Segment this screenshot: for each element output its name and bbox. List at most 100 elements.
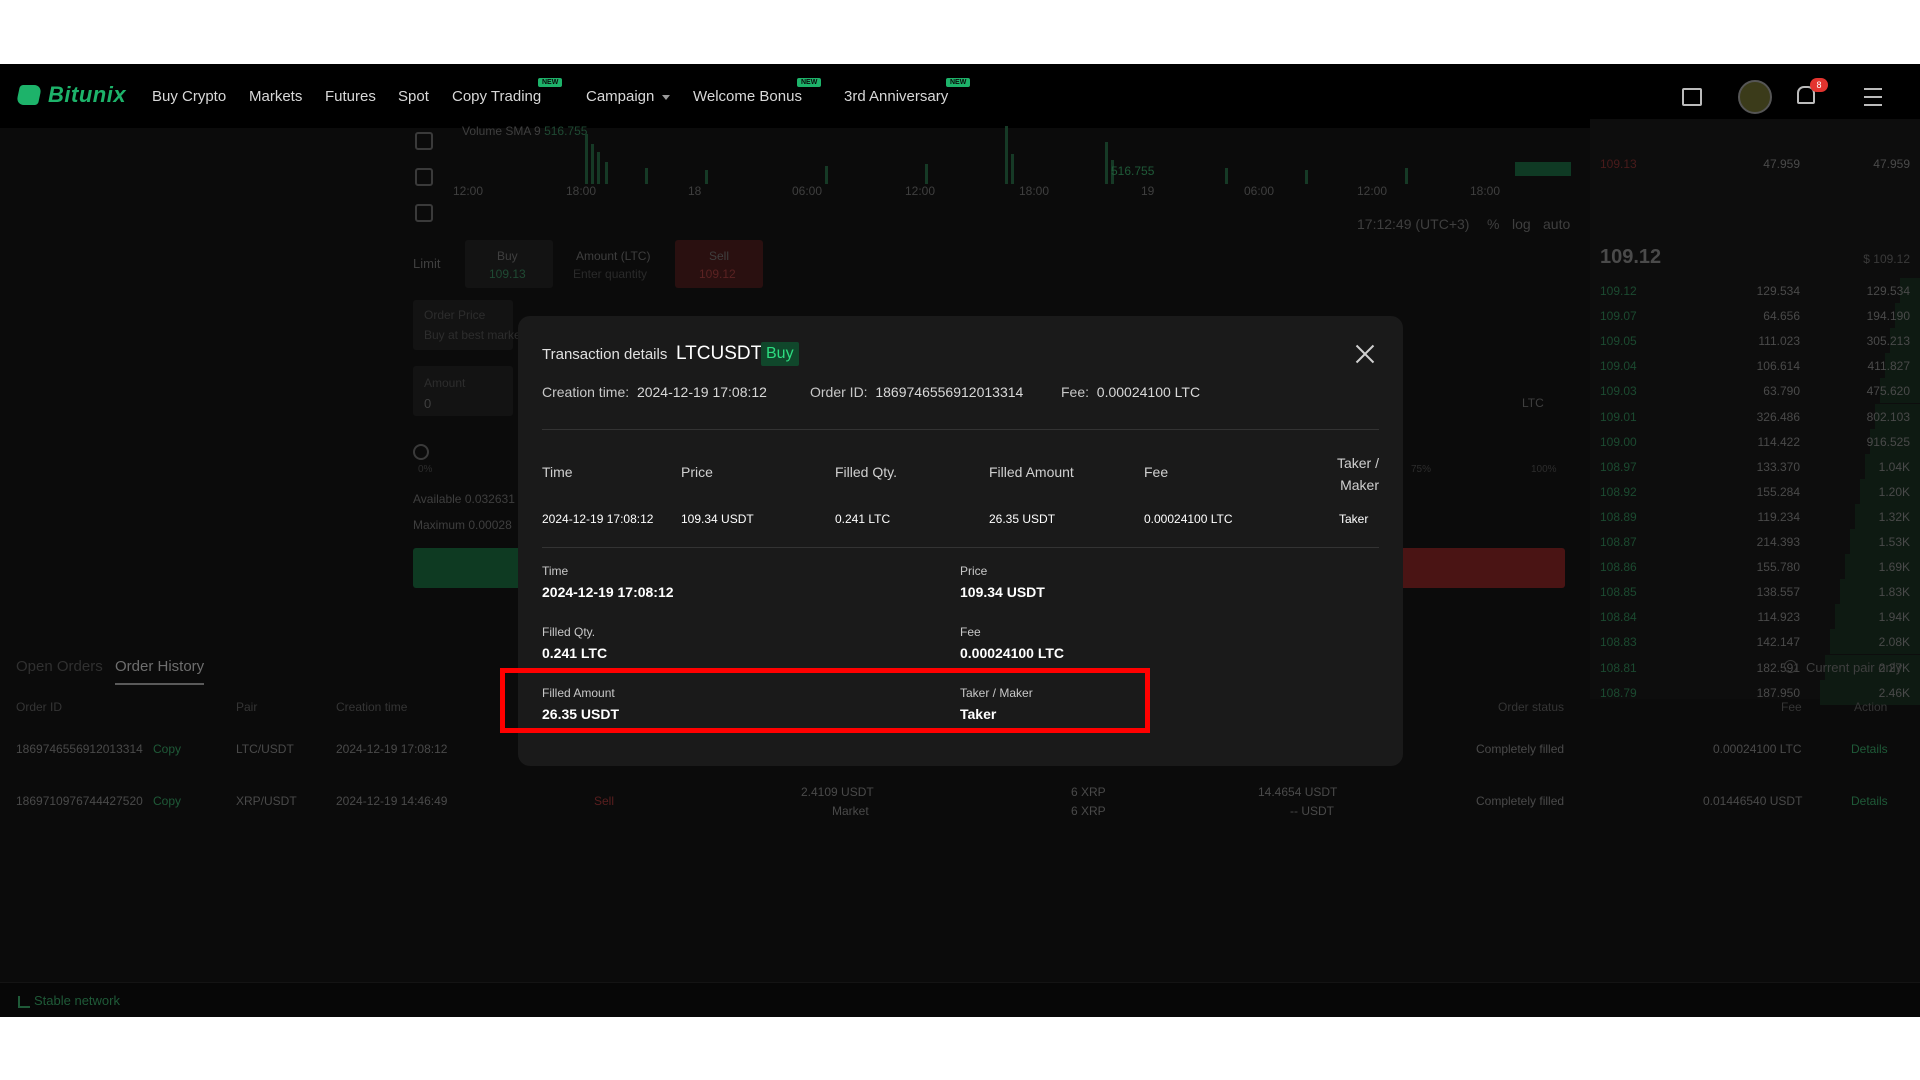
orderbook-amount: 114.422: [1757, 434, 1801, 449]
orderbook-row[interactable]: 108.97 133.370 1.04K: [1590, 453, 1920, 479]
buy-quick-label: Buy: [497, 249, 518, 263]
orderbook-total: 411.827: [1867, 359, 1911, 374]
orderbook-price: 108.86: [1600, 560, 1637, 575]
wallet-icon[interactable]: [1682, 88, 1702, 106]
orderbook-price: 109.13: [1600, 157, 1637, 171]
menu-icon[interactable]: [1864, 88, 1882, 106]
scale-log[interactable]: log: [1512, 216, 1531, 232]
volume-bars: [585, 126, 1408, 184]
order-status: Completely filled: [1476, 794, 1565, 808]
orderbook-row[interactable]: 108.83 142.147 2.08K: [1590, 629, 1920, 655]
orderbook-price: 109.01: [1600, 409, 1637, 424]
orderbook-price: 108.85: [1600, 585, 1637, 600]
orderbook-price: 108.89: [1600, 509, 1637, 524]
orderbook-total: 1.94K: [1878, 610, 1910, 625]
orderbook-row[interactable]: 108.84 114.923 1.94K: [1590, 604, 1920, 630]
scale-percent[interactable]: %: [1487, 216, 1499, 232]
orderbook-row[interactable]: 108.85 138.557 1.83K: [1590, 579, 1920, 605]
maximum-label: Maximum 0.00028: [413, 518, 512, 532]
orderbook-amount: 155.284: [1756, 484, 1800, 499]
nav-buy-crypto[interactable]: Buy Crypto: [152, 88, 226, 105]
orderbook-row[interactable]: 109.04 106.614 411.827: [1590, 353, 1920, 379]
orderbook-amount: 47.959: [1763, 157, 1800, 171]
header-action: Action: [1854, 700, 1888, 714]
orderbook-price: 109.00: [1600, 434, 1637, 449]
time-tick: 18:00: [1470, 184, 1501, 198]
details-link[interactable]: Details: [1851, 794, 1888, 808]
new-badge: NEW: [538, 78, 563, 87]
tab-order-history[interactable]: Order History: [115, 658, 205, 685]
orderbook-row[interactable]: 108.92 155.284 1.20K: [1590, 478, 1920, 504]
modal-title: Transaction details: [542, 346, 668, 363]
details-link[interactable]: Details: [1851, 742, 1888, 756]
nav-spot[interactable]: Spot: [398, 88, 429, 105]
orderbook-row[interactable]: 109.07 64.656 194.190: [1590, 303, 1920, 329]
orderbook-total: 2.08K: [1878, 635, 1910, 650]
copy-link[interactable]: Copy: [153, 794, 181, 808]
slider-75: 75%: [1411, 464, 1432, 475]
header-order-id: Order ID: [16, 700, 63, 714]
orderbook-amount: 106.614: [1756, 359, 1800, 374]
nav-markets[interactable]: Markets: [249, 88, 302, 105]
orderbook-price: 109.12: [1600, 284, 1637, 298]
orderbook-row[interactable]: 109.13 47.959 47.959: [1590, 151, 1920, 176]
orderbook-row[interactable]: 108.89 119.234 1.32K: [1590, 503, 1920, 529]
maximum-value: 0.00028: [468, 518, 512, 532]
brand-logo[interactable]: Bitunix: [15, 82, 126, 108]
copy-link[interactable]: Copy: [153, 742, 181, 756]
orderbook-row[interactable]: 109.00 114.422 916.525: [1590, 428, 1920, 454]
orderbook-price: 108.83: [1600, 635, 1637, 650]
scale-auto[interactable]: auto: [1543, 216, 1570, 232]
slider-0: 0%: [418, 464, 433, 475]
orderbook-price: 109.03: [1600, 384, 1637, 399]
orderbook-amount: 187.950: [1756, 685, 1800, 700]
available-label: Available 0.032631: [413, 492, 515, 506]
cell-taker-maker: Taker: [1339, 512, 1369, 526]
creation-time: Creation time: 2024-12-19 17:08:12: [542, 384, 767, 400]
time-tick: 06:00: [1244, 184, 1275, 198]
header-pair: Pair: [236, 700, 258, 714]
sell-quick-price: 109.12: [699, 267, 736, 281]
orderbook-row[interactable]: 108.86 155.780 1.69K: [1590, 554, 1920, 580]
orderbook-row[interactable]: 108.87 214.393 1.53K: [1590, 529, 1920, 554]
nav-campaign-label: Campaign: [586, 88, 655, 105]
fee-meta: Fee: 0.00024100 LTC: [1061, 384, 1200, 400]
nav-copy-trading[interactable]: Copy Trading: [452, 88, 541, 105]
fee-label: Fee:: [1061, 384, 1090, 400]
orderbook-amount: 129.534: [1756, 284, 1800, 298]
close-icon[interactable]: [1353, 342, 1377, 366]
order-time: 2024-12-19 17:08:12: [336, 742, 448, 756]
cell-filled-amount: 26.35 USDT: [989, 512, 1056, 526]
detail-fee-label: Fee: [960, 625, 981, 639]
sell-quick-label: Sell: [709, 249, 730, 263]
limit-label[interactable]: Limit: [413, 256, 440, 271]
order-id-value: 1869746556912013314: [875, 384, 1024, 400]
nav-3rd-anniversary[interactable]: 3rd Anniversary: [844, 88, 948, 105]
creation-time-value: 2024-12-19 17:08:12: [636, 384, 767, 400]
time-tick: 18: [688, 184, 702, 198]
detail-filled-qty-label: Filled Qty.: [542, 625, 596, 639]
detail-price-value: 109.34 USDT: [960, 584, 1045, 600]
tab-open-orders[interactable]: Open Orders: [16, 658, 103, 675]
col-header-filled-amount: Filled Amount: [989, 464, 1074, 480]
slider-handle[interactable]: [413, 444, 429, 460]
amount-field-label: Amount: [424, 376, 466, 390]
current-pair-checkbox[interactable]: [1784, 660, 1797, 673]
volume-current-badge: [1515, 162, 1571, 176]
nav-welcome-bonus[interactable]: Welcome Bonus: [693, 88, 802, 105]
orderbook: 109.13 47.959 47.959 109.12 $ 109.12 109…: [1590, 119, 1920, 705]
nav-futures[interactable]: Futures: [325, 88, 376, 105]
fee-value: 0.00024100 LTC: [1096, 384, 1201, 400]
orderbook-row[interactable]: 109.05 111.023 305.213: [1590, 328, 1920, 354]
avatar[interactable]: [1738, 80, 1772, 114]
order-fee: 0.01446540 USDT: [1703, 794, 1803, 808]
orderbook-row[interactable]: 109.03 63.790 475.620: [1590, 378, 1920, 404]
amount-unit[interactable]: LTC: [1522, 396, 1544, 410]
orderbook-total: 1.69K: [1878, 560, 1910, 575]
orderbook-total: 802.103: [1866, 409, 1910, 424]
orderbook-row[interactable]: 109.01 326.486 802.103: [1590, 403, 1920, 429]
cell-filled-qty: 0.241 LTC: [835, 512, 891, 526]
orderbook-row[interactable]: 109.12 129.534 129.534: [1590, 278, 1920, 303]
nav-campaign[interactable]: Campaign: [586, 88, 671, 105]
modal-pair: LTCUSDT: [676, 343, 763, 364]
